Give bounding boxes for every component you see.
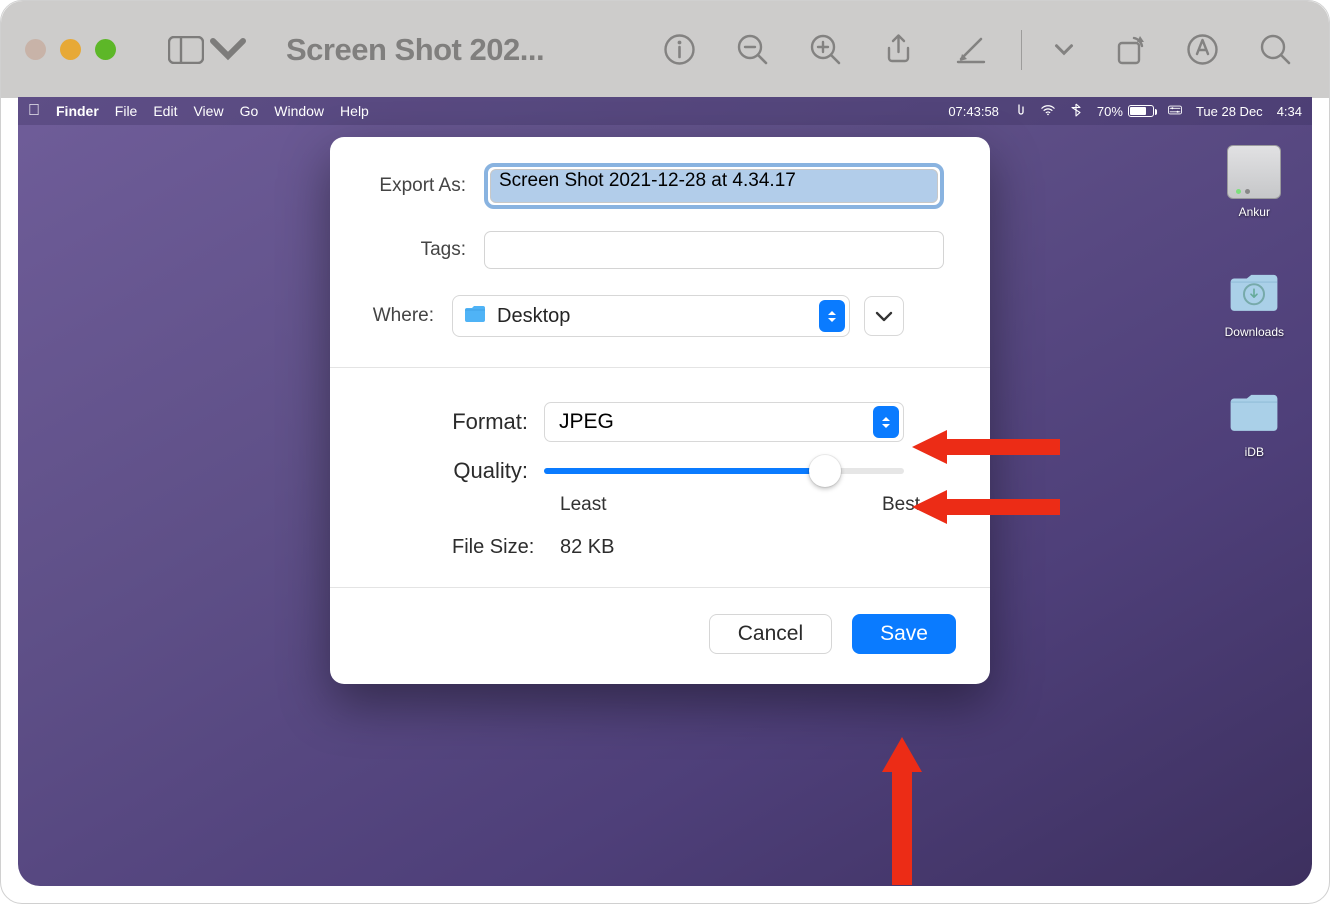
hdd-icon [1227, 145, 1281, 199]
desktop-icon-label: Downloads [1225, 325, 1284, 339]
tags-input[interactable] [484, 231, 944, 269]
updown-selector-icon [819, 300, 845, 332]
close-window-button[interactable] [25, 39, 46, 60]
where-value: Desktop [497, 305, 809, 328]
format-select[interactable]: JPEG [544, 402, 904, 442]
export-dialog: Export As: Screen Shot 2021-12-28 at 4.3… [330, 137, 990, 684]
menubar-date[interactable]: Tue 28 Dec [1196, 104, 1263, 119]
battery-icon [1128, 105, 1154, 117]
desktop-icon-label: Ankur [1239, 205, 1270, 219]
annotation-arrow [912, 427, 1062, 467]
annotation-arrow [872, 737, 932, 886]
rotate-icon[interactable] [1112, 32, 1147, 67]
attachment-icon[interactable] [1013, 103, 1027, 120]
tags-label: Tags: [364, 239, 484, 261]
menu-view[interactable]: View [193, 103, 223, 119]
menubar-time-seconds: 07:43:58 [948, 104, 999, 119]
quality-least-label: Least [560, 494, 606, 516]
desktop-icon-label: iDB [1245, 445, 1264, 459]
minimize-window-button[interactable] [60, 39, 81, 60]
menu-edit[interactable]: Edit [153, 103, 177, 119]
preview-app-toolbar: Screen Shot 202... [1, 1, 1329, 98]
search-icon[interactable] [1258, 32, 1293, 67]
menu-go[interactable]: Go [240, 103, 259, 119]
menubar-time[interactable]: 4:34 [1277, 104, 1302, 119]
format-value: JPEG [559, 410, 873, 434]
quality-slider[interactable] [544, 468, 904, 474]
filename-focus-ring: Screen Shot 2021-12-28 at 4.34.17 [484, 163, 944, 209]
fullscreen-window-button[interactable] [95, 39, 116, 60]
battery-percent: 70% [1097, 104, 1123, 119]
slider-thumb[interactable] [809, 455, 841, 487]
menu-help[interactable]: Help [340, 103, 369, 119]
zoom-in-icon[interactable] [808, 32, 843, 67]
updown-selector-icon [873, 406, 899, 438]
desktop-icons: Ankur Downloads iDB [1225, 145, 1284, 459]
save-button[interactable]: Save [852, 614, 956, 654]
format-label: Format: [364, 409, 544, 435]
control-center-icon[interactable] [1168, 103, 1182, 120]
annotation-arrow [912, 487, 1062, 527]
where-select[interactable]: Desktop [452, 295, 850, 337]
quality-label: Quality: [364, 458, 544, 484]
macos-menubar:  Finder File Edit View Go Window Help 0… [18, 97, 1312, 125]
menubar-app-name[interactable]: Finder [56, 103, 99, 119]
battery-status[interactable]: 70% [1097, 104, 1154, 119]
desktop-icon-idb[interactable]: iDB [1227, 385, 1281, 459]
desktop-icon-hdd[interactable]: Ankur [1227, 145, 1281, 219]
filename-input[interactable]: Screen Shot 2021-12-28 at 4.34.17 [490, 169, 938, 203]
chevron-down-icon[interactable] [1054, 32, 1074, 67]
menu-file[interactable]: File [115, 103, 138, 119]
folder-icon [1227, 385, 1281, 439]
folder-icon [463, 304, 487, 329]
window-title: Screen Shot 202... [286, 32, 544, 68]
share-icon[interactable] [881, 32, 916, 67]
folder-downloads-icon [1227, 265, 1281, 319]
menu-window[interactable]: Window [274, 103, 324, 119]
expand-location-button[interactable] [864, 296, 904, 336]
filesize-value: 82 KB [560, 536, 614, 559]
window-traffic-lights [25, 39, 116, 60]
highlight-icon[interactable] [1185, 32, 1220, 67]
cancel-button[interactable]: Cancel [709, 614, 832, 654]
info-icon[interactable] [662, 32, 697, 67]
bluetooth-icon[interactable] [1069, 103, 1083, 120]
desktop-icon-downloads[interactable]: Downloads [1225, 265, 1284, 339]
zoom-out-icon[interactable] [735, 32, 770, 67]
wifi-icon[interactable] [1041, 103, 1055, 120]
sidebar-toggle-button[interactable] [168, 36, 246, 64]
toolbar-divider [1021, 30, 1022, 70]
macos-desktop:  Finder File Edit View Go Window Help 0… [18, 97, 1312, 886]
where-label: Where: [364, 305, 452, 327]
markup-icon[interactable] [954, 32, 989, 67]
export-as-label: Export As: [364, 175, 484, 197]
filesize-label: File Size: [452, 536, 556, 559]
apple-menu-icon[interactable]:  [28, 102, 40, 120]
